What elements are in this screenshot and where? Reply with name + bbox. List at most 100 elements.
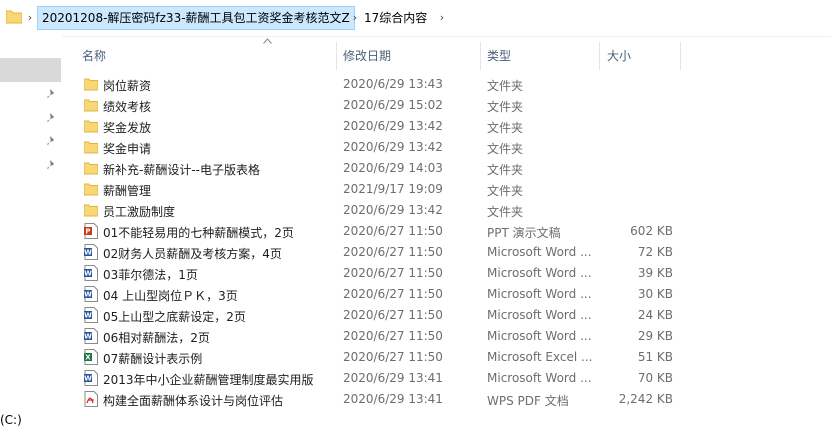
file-type: WPS PDF 文档: [487, 394, 569, 408]
file-date-modified: 2020/6/29 15:02: [343, 98, 443, 112]
file-row[interactable]: 新补充-薪酬设计--电子版表格 2020/6/29 14:03 文件夹: [62, 158, 831, 179]
word-icon: W: [84, 370, 98, 386]
folder-icon: [83, 160, 99, 176]
file-row[interactable]: W 2013年中小企业薪酬管理制度最实用版 2020/6/29 13:41 Micro…: [62, 368, 831, 389]
file-name: 员工激励制度: [103, 205, 176, 219]
file-name: 06相对薪酬法，2页: [103, 331, 210, 345]
file-type: Microsoft Word ...: [487, 287, 592, 301]
file-row[interactable]: 构建全面薪酬体系设计与岗位评估 2020/6/29 13:41 WPS PDF 文档…: [62, 389, 831, 410]
file-type: 文件夹: [487, 142, 524, 156]
file-date-modified: 2020/6/27 11:50: [343, 287, 443, 301]
file-date-modified: 2020/6/27 11:50: [343, 329, 443, 343]
file-type: PPT 演示文稿: [487, 226, 561, 240]
folder-icon: [83, 139, 99, 155]
column-header-name[interactable]: 名称: [82, 47, 106, 64]
file-row[interactable]: W 04 上山型岗位ＰＫ，3页 2020/6/27 11:50 Microsoft W…: [62, 284, 831, 305]
svg-text:W: W: [84, 333, 92, 341]
file-row[interactable]: W 06相对薪酬法，2页 2020/6/27 11:50 Microsoft Word…: [62, 326, 831, 347]
pdf-icon: [84, 391, 98, 407]
chevron-right-icon[interactable]: ›: [24, 10, 36, 26]
file-row[interactable]: 奖金申请 2020/6/29 13:42 文件夹: [62, 137, 831, 158]
pin-icon[interactable]: [46, 159, 58, 171]
column-divider[interactable]: [336, 42, 337, 70]
svg-text:W: W: [84, 375, 92, 383]
file-name: 01不能轻易用的七种薪酬模式，2页: [103, 226, 294, 240]
file-size: 29 KB: [637, 329, 673, 343]
column-divider[interactable]: [480, 42, 481, 70]
file-size: 70 KB: [637, 371, 673, 385]
file-type: 文件夹: [487, 121, 524, 135]
file-name: 新补充-薪酬设计--电子版表格: [103, 163, 260, 177]
file-row[interactable]: X 07薪酬设计表示例 2020/6/27 11:50 Microsoft Excel…: [62, 347, 831, 368]
file-name: 薪酬管理: [103, 184, 152, 198]
file-date-modified: 2020/6/27 11:50: [343, 245, 443, 259]
folder-icon: [83, 118, 99, 134]
file-type: 文件夹: [487, 100, 524, 114]
file-size: 24 KB: [637, 308, 673, 322]
pin-icon[interactable]: [46, 112, 58, 124]
breadcrumb-current-folder[interactable]: 17综合内容: [364, 6, 427, 30]
nav-item-drive-c[interactable]: (C:): [0, 413, 22, 427]
column-header-type[interactable]: 类型: [487, 47, 511, 64]
file-row[interactable]: W 03菲尔德法，1页 2020/6/27 11:50 Microsoft Word …: [62, 263, 831, 284]
file-date-modified: 2020/6/29 13:42: [343, 140, 443, 154]
word-icon: W: [84, 265, 98, 281]
file-type: Microsoft Word ...: [487, 245, 592, 259]
file-name: 奖金申请: [103, 142, 152, 156]
folder-icon: [83, 202, 99, 218]
file-name: 05上山型之底薪设定，2页: [103, 310, 246, 324]
folder-icon: [83, 97, 99, 113]
file-type: 文件夹: [487, 163, 524, 177]
column-divider[interactable]: [599, 42, 600, 70]
file-name: 岗位薪资: [103, 79, 152, 93]
breadcrumb-parent-folder[interactable]: 20201208-解压密码fz33-薪酬工具包工资奖金考核范文Z: [37, 6, 355, 30]
file-row[interactable]: W 05上山型之底薪设定，2页 2020/6/27 11:50 Microsoft W…: [62, 305, 831, 326]
file-size: 2,242 KB: [618, 392, 673, 406]
file-date-modified: 2020/6/27 11:50: [343, 308, 443, 322]
column-header-date[interactable]: 修改日期: [343, 47, 391, 64]
file-date-modified: 2020/6/29 14:03: [343, 161, 443, 175]
file-date-modified: 2020/6/29 13:43: [343, 77, 443, 91]
address-bar[interactable]: › 20201208-解压密码fz33-薪酬工具包工资奖金考核范文Z › 17综…: [0, 0, 831, 37]
sort-ascending-icon: [263, 38, 272, 44]
excel-icon: X: [84, 349, 98, 365]
file-date-modified: 2020/6/27 11:50: [343, 266, 443, 280]
file-date-modified: 2020/6/27 11:50: [343, 350, 443, 364]
file-date-modified: 2021/9/17 19:09: [343, 182, 443, 196]
nav-selected-item[interactable]: [0, 58, 61, 82]
file-type: Microsoft Word ...: [487, 308, 592, 322]
column-header-row: 名称 修改日期 类型 大小: [62, 36, 831, 70]
file-name: 02财务人员薪酬及考核方案，4页: [103, 247, 282, 261]
file-date-modified: 2020/6/29 13:42: [343, 203, 443, 217]
file-size: 51 KB: [637, 350, 673, 364]
navigation-pane[interactable]: (C:): [0, 36, 62, 432]
file-type: 文件夹: [487, 205, 524, 219]
file-row[interactable]: 员工激励制度 2020/6/29 13:42 文件夹: [62, 200, 831, 221]
file-date-modified: 2020/6/27 11:50: [343, 224, 443, 238]
file-name: 03菲尔德法，1页: [103, 268, 198, 282]
file-name: 04 上山型岗位ＰＫ，3页: [103, 289, 238, 303]
file-row[interactable]: P 01不能轻易用的七种薪酬模式，2页 2020/6/27 11:50 PPT 演示文…: [62, 221, 831, 242]
pin-icon[interactable]: [46, 135, 58, 147]
pin-icon[interactable]: [46, 88, 58, 100]
file-date-modified: 2020/6/29 13:41: [343, 392, 443, 406]
svg-text:X: X: [85, 354, 91, 362]
file-size: 39 KB: [637, 266, 673, 280]
file-size: 602 KB: [630, 224, 673, 238]
file-row[interactable]: W 02财务人员薪酬及考核方案，4页 2020/6/27 11:50 Microsof…: [62, 242, 831, 263]
folder-icon: [83, 181, 99, 197]
word-icon: W: [84, 244, 98, 260]
file-name: 构建全面薪酬体系设计与岗位评估: [103, 394, 284, 408]
column-divider[interactable]: [680, 42, 681, 70]
file-row[interactable]: 绩效考核 2020/6/29 15:02 文件夹: [62, 95, 831, 116]
file-size: 72 KB: [637, 245, 673, 259]
file-type: 文件夹: [487, 79, 524, 93]
column-header-size[interactable]: 大小: [607, 47, 631, 64]
file-row[interactable]: 薪酬管理 2021/9/17 19:09 文件夹: [62, 179, 831, 200]
chevron-right-icon[interactable]: ›: [435, 6, 449, 30]
chevron-right-icon[interactable]: ›: [348, 6, 362, 30]
ppt-icon: P: [84, 223, 98, 239]
file-row[interactable]: 岗位薪资 2020/6/29 13:43 文件夹: [62, 74, 831, 95]
file-type: 文件夹: [487, 184, 524, 198]
file-row[interactable]: 奖金发放 2020/6/29 13:42 文件夹: [62, 116, 831, 137]
